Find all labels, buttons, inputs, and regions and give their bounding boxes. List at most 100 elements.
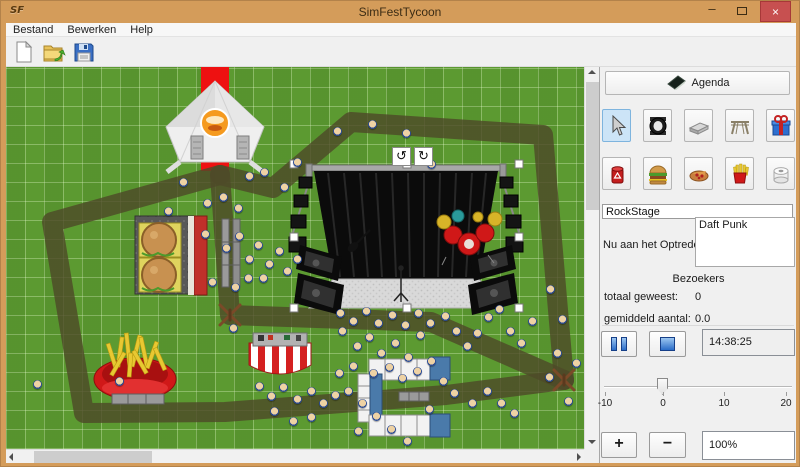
visitor[interactable] xyxy=(377,349,386,358)
visitor[interactable] xyxy=(275,247,284,256)
minimize-button[interactable]: – xyxy=(699,1,725,22)
visitor[interactable] xyxy=(483,387,492,396)
visitor[interactable] xyxy=(203,199,212,208)
visitor[interactable] xyxy=(349,317,358,326)
visitor[interactable] xyxy=(572,359,581,368)
visitor[interactable] xyxy=(279,383,288,392)
menu-item-bewerken[interactable]: Bewerken xyxy=(60,23,123,37)
vertical-scroll-thumb[interactable] xyxy=(586,82,599,210)
tool-button-gift[interactable] xyxy=(766,109,795,142)
open-file-button[interactable] xyxy=(42,40,66,64)
visitor[interactable] xyxy=(372,412,381,421)
visitor[interactable] xyxy=(398,374,407,383)
visitor[interactable] xyxy=(208,278,217,287)
visitor[interactable] xyxy=(255,382,264,391)
visitor[interactable] xyxy=(427,357,436,366)
visitor[interactable] xyxy=(307,387,316,396)
visitor[interactable] xyxy=(368,120,377,129)
visitor[interactable] xyxy=(452,327,461,336)
visitor[interactable] xyxy=(115,377,124,386)
visitor[interactable] xyxy=(414,309,423,318)
festival-map[interactable]: ↺ ↻ xyxy=(6,67,584,449)
tool-button-pizza[interactable] xyxy=(684,157,713,190)
new-file-button[interactable] xyxy=(12,40,36,64)
visitor[interactable] xyxy=(222,244,231,253)
visitor[interactable] xyxy=(365,333,374,342)
visitor[interactable] xyxy=(234,204,243,213)
tool-button-trashcan[interactable] xyxy=(602,157,631,190)
stop-button[interactable] xyxy=(649,331,686,357)
visitor[interactable] xyxy=(259,274,268,283)
visitor[interactable] xyxy=(333,127,342,136)
visitor[interactable] xyxy=(244,274,253,283)
bench[interactable] xyxy=(399,392,429,401)
visitor[interactable] xyxy=(385,363,394,372)
tool-button-stage[interactable] xyxy=(684,109,713,142)
visitor[interactable] xyxy=(179,178,188,187)
visitor[interactable] xyxy=(517,339,526,348)
rock-stage[interactable] xyxy=(289,160,523,315)
speed-slider-track[interactable] xyxy=(604,386,792,388)
title-bar[interactable]: SF SimFestTycoon – × xyxy=(1,1,799,23)
visitor[interactable] xyxy=(401,321,410,330)
menu-item-bestand[interactable]: Bestand xyxy=(6,23,60,37)
visitor[interactable] xyxy=(280,183,289,192)
visitor[interactable] xyxy=(235,232,244,241)
visitor[interactable] xyxy=(441,312,450,321)
visitor[interactable] xyxy=(439,377,448,386)
visitor[interactable] xyxy=(33,380,42,389)
visitor[interactable] xyxy=(267,392,276,401)
tool-button-select[interactable] xyxy=(602,109,631,142)
visitor[interactable] xyxy=(335,369,344,378)
visitor[interactable] xyxy=(545,373,554,382)
visitor[interactable] xyxy=(495,305,504,314)
visitor[interactable] xyxy=(546,285,555,294)
visitor[interactable] xyxy=(353,342,362,351)
visitor[interactable] xyxy=(331,391,340,400)
visitor[interactable] xyxy=(388,311,397,320)
zoom-in-button[interactable]: + xyxy=(601,432,637,458)
tool-button-fries[interactable] xyxy=(725,157,754,190)
visitor[interactable] xyxy=(402,129,411,138)
tool-button-toilet-paper[interactable] xyxy=(766,157,795,190)
save-button[interactable] xyxy=(72,40,96,64)
visitor[interactable] xyxy=(468,399,477,408)
scroll-right-button[interactable] xyxy=(569,450,584,463)
visitor[interactable] xyxy=(245,172,254,181)
visitor[interactable] xyxy=(404,353,413,362)
visitor[interactable] xyxy=(229,324,238,333)
menu-item-help[interactable]: Help xyxy=(123,23,160,37)
visitor[interactable] xyxy=(369,369,378,378)
visitor[interactable] xyxy=(362,307,371,316)
visitor[interactable] xyxy=(245,255,254,264)
visitor[interactable] xyxy=(374,319,383,328)
visitor[interactable] xyxy=(413,367,422,376)
visitor[interactable] xyxy=(307,413,316,422)
rotate-ccw-button[interactable]: ↺ xyxy=(392,147,411,166)
agenda-button[interactable]: Agenda xyxy=(605,71,790,95)
visitor[interactable] xyxy=(231,283,240,292)
visitor[interactable] xyxy=(354,427,363,436)
visitor[interactable] xyxy=(319,399,328,408)
entrance-tent[interactable] xyxy=(166,81,264,172)
visitor[interactable] xyxy=(553,349,562,358)
tool-button-truss[interactable] xyxy=(725,109,754,142)
visitor[interactable] xyxy=(270,407,279,416)
visitor[interactable] xyxy=(450,389,459,398)
visitor[interactable] xyxy=(564,397,573,406)
visitor[interactable] xyxy=(344,387,353,396)
visitor[interactable] xyxy=(391,339,400,348)
visitor[interactable] xyxy=(528,317,537,326)
visitor[interactable] xyxy=(338,327,347,336)
tool-button-spotlight[interactable] xyxy=(643,109,672,142)
visitor[interactable] xyxy=(293,395,302,404)
visitor[interactable] xyxy=(387,425,396,434)
visitor[interactable] xyxy=(219,193,228,202)
horizontal-scroll-thumb[interactable] xyxy=(34,451,152,463)
visitor[interactable] xyxy=(426,319,435,328)
visitor[interactable] xyxy=(425,405,434,414)
visitor[interactable] xyxy=(293,158,302,167)
visitor[interactable] xyxy=(349,362,358,371)
visitor[interactable] xyxy=(336,309,345,318)
visitor[interactable] xyxy=(164,207,173,216)
